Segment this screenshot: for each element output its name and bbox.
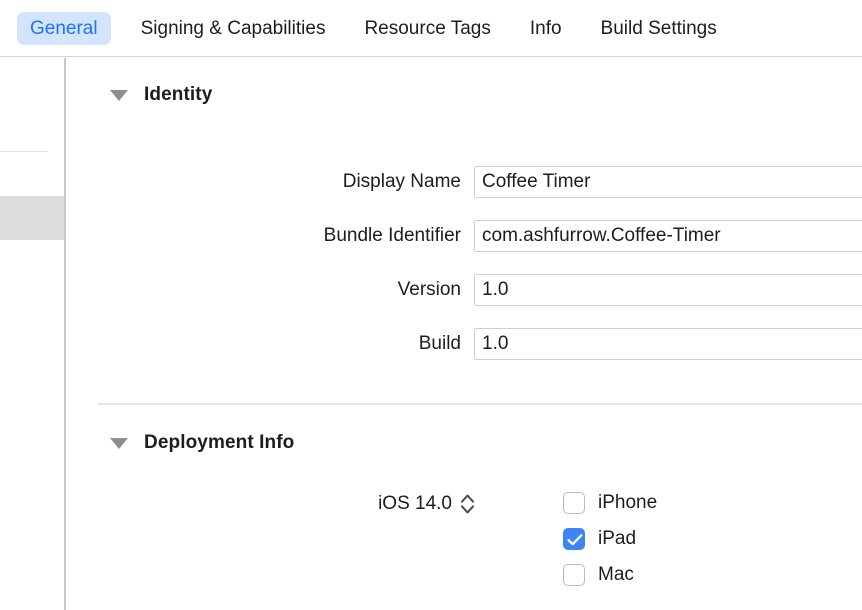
tab-info[interactable]: Info: [517, 12, 575, 45]
display-name-input[interactable]: [474, 166, 862, 198]
platform-row-mac[interactable]: Mac: [563, 562, 634, 588]
deployment-info-section-title: Deployment Info: [144, 432, 294, 454]
build-row: Build: [66, 328, 862, 360]
bundle-identifier-label: Bundle Identifier: [66, 225, 474, 247]
stepper-up-down-icon[interactable]: [457, 493, 477, 515]
project-editor-tab-bar: General Signing & Capabilities Resource …: [0, 0, 862, 57]
ipad-label: iPad: [598, 528, 636, 550]
tab-general[interactable]: General: [17, 12, 111, 45]
iphone-checkbox[interactable]: [563, 492, 585, 514]
identity-section-title: Identity: [144, 84, 212, 106]
platform-row-iphone[interactable]: iPhone: [563, 490, 657, 516]
deployment-info-section-header[interactable]: Deployment Info: [110, 432, 294, 454]
triangle-down-icon[interactable]: [110, 90, 128, 101]
build-label: Build: [66, 333, 474, 355]
deployment-target-label: iOS 14.0: [66, 493, 452, 515]
triangle-down-icon[interactable]: [110, 438, 128, 449]
bundle-identifier-input[interactable]: [474, 220, 862, 252]
tab-resource-tags[interactable]: Resource Tags: [351, 12, 503, 45]
deployment-target-row: iOS 14.0: [66, 490, 477, 518]
section-divider: [98, 403, 862, 405]
navigator-selected-row[interactable]: [0, 196, 64, 240]
version-input[interactable]: [474, 274, 862, 306]
bundle-identifier-row: Bundle Identifier: [66, 220, 862, 252]
platform-row-ipad[interactable]: iPad: [563, 526, 636, 552]
tab-build-settings[interactable]: Build Settings: [588, 12, 730, 45]
navigator-separator: [0, 151, 48, 152]
iphone-label: iPhone: [598, 492, 657, 514]
ipad-checkbox[interactable]: [563, 528, 585, 550]
identity-section-header[interactable]: Identity: [110, 84, 212, 106]
build-input[interactable]: [474, 328, 862, 360]
display-name-row: Display Name: [66, 166, 862, 198]
display-name-label: Display Name: [66, 171, 474, 193]
mac-checkbox[interactable]: [563, 564, 585, 586]
general-settings-pane: Identity Display Name Bundle Identifier …: [66, 58, 862, 610]
tab-signing-and-capabilities[interactable]: Signing & Capabilities: [128, 12, 339, 45]
project-navigator-rail[interactable]: [0, 58, 64, 610]
mac-label: Mac: [598, 564, 634, 586]
version-row: Version: [66, 274, 862, 306]
version-label: Version: [66, 279, 474, 301]
